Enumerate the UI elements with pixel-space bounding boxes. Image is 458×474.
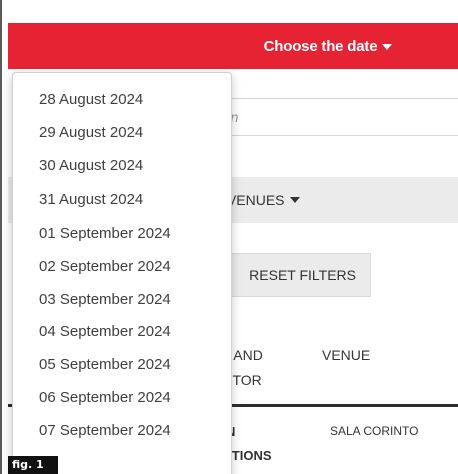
date-option[interactable]: 28 August 2024: [39, 91, 143, 108]
date-option[interactable]: 04 September 2024: [39, 323, 171, 340]
chevron-down-icon: [289, 197, 300, 203]
frame-left-border: [0, 0, 2, 474]
date-option[interactable]: 07 September 2024: [39, 422, 171, 439]
date-dropdown-menu: 28 August 2024 29 August 2024 30 August …: [12, 72, 232, 474]
table-cell-venue: SALA CORINTO: [330, 424, 419, 438]
choose-date-button[interactable]: Choose the date: [8, 23, 458, 69]
date-option[interactable]: 29 August 2024: [39, 124, 143, 141]
table-header-venue: VENUE: [322, 347, 371, 363]
date-option[interactable]: 01 September 2024: [39, 225, 171, 242]
date-option[interactable]: 31 August 2024: [39, 191, 143, 208]
date-option[interactable]: 02 September 2024: [39, 258, 171, 275]
caret-down-icon: [382, 43, 393, 50]
date-option[interactable]: 03 September 2024: [39, 291, 171, 308]
reset-filters-label: RESET FILTERS: [249, 267, 356, 283]
date-option[interactable]: 05 September 2024: [39, 356, 171, 373]
date-option[interactable]: 30 August 2024: [39, 157, 143, 174]
choose-date-label: Choose the date: [74, 38, 393, 55]
page-frame: Choose the date ection LL VENUES RESET F…: [0, 0, 458, 474]
figure-label: fig. 1: [8, 456, 58, 474]
date-option[interactable]: 06 September 2024: [39, 389, 171, 406]
